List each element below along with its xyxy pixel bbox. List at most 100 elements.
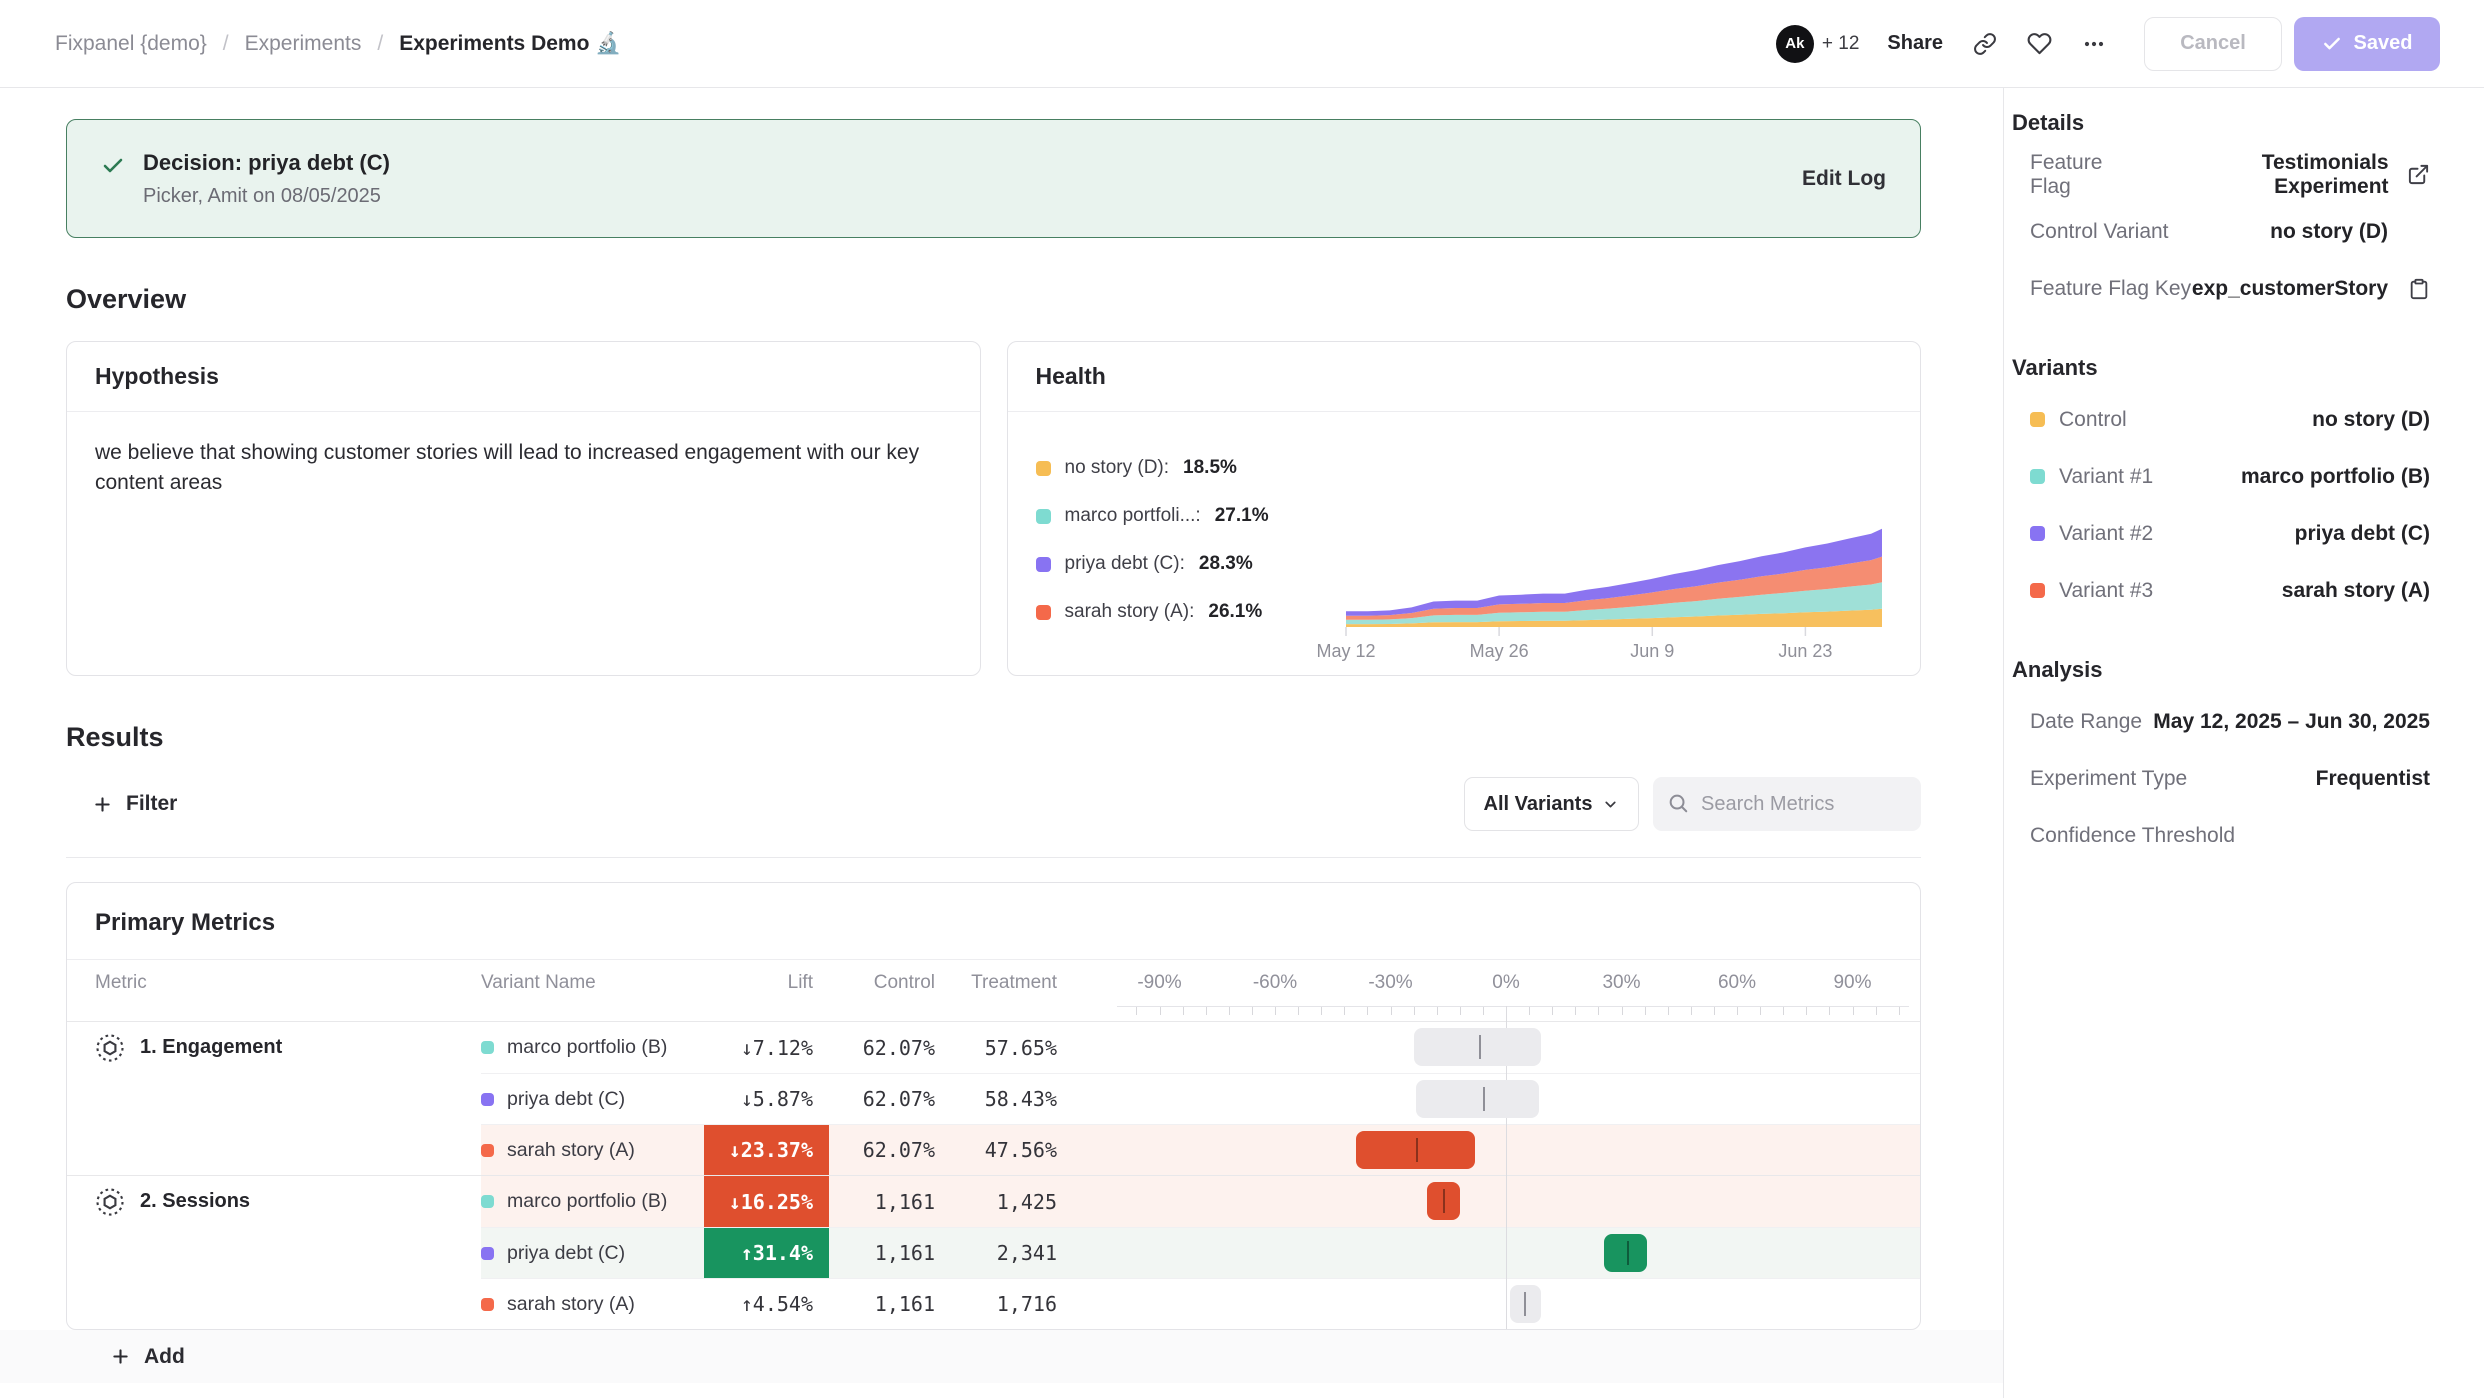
health-legend: no story (D): 18.5%marco portfoli...: 27… (1036, 426, 1327, 661)
table-row-variant[interactable]: marco portfolio (B) (481, 1022, 704, 1073)
detail-value: exp_customerStory (2192, 277, 2388, 301)
variant-color-chip (481, 1195, 494, 1208)
variant-row-value: priya debt (C) (2295, 522, 2430, 546)
variant-color-chip (2030, 526, 2045, 541)
confidence-interval-bar[interactable] (1356, 1131, 1475, 1169)
confidence-interval-bar[interactable] (1414, 1028, 1541, 1066)
decision-title: Decision: priya debt (C) (143, 150, 390, 176)
hypothesis-card: Hypothesis we believe that showing custo… (66, 341, 981, 676)
treatment-value: 47.56% (951, 1124, 1073, 1175)
breadcrumb-separator: / (223, 32, 229, 56)
table-row-variant[interactable]: sarah story (A) (481, 1124, 704, 1175)
legend-label: priya debt (C): (1065, 553, 1185, 575)
axis-tick (1367, 1007, 1368, 1015)
variant-name: priya debt (C) (507, 1242, 625, 1265)
share-button[interactable]: Share (1887, 32, 1943, 55)
table-row-variant[interactable]: priya debt (C) (481, 1227, 704, 1278)
table-row-variant[interactable]: sarah story (A) (481, 1278, 704, 1329)
confidence-interval-bar[interactable] (1427, 1182, 1460, 1220)
axis-tick (1783, 1007, 1784, 1015)
axis-tick (1321, 1007, 1322, 1015)
axis-tick (1275, 1007, 1276, 1015)
search-metrics-input[interactable] (1653, 777, 1921, 831)
variant-row-label: Variant #2 (2030, 522, 2153, 546)
add-filter-button[interactable]: Filter (66, 792, 177, 816)
avatar[interactable]: Ak (1776, 25, 1814, 63)
legend-item: marco portfoli...: 27.1% (1036, 492, 1327, 540)
confidence-interval-cell (1073, 1073, 1920, 1124)
confidence-interval-bar[interactable] (1604, 1234, 1646, 1272)
analysis-label: Date Range (2030, 710, 2142, 734)
confidence-interval-bar[interactable] (1510, 1285, 1541, 1323)
sidebar-analysis-row: Experiment TypeFrequentist (2012, 750, 2430, 807)
confidence-interval-cell (1073, 1124, 1920, 1175)
sidebar-analysis-row: Date RangeMay 12, 2025 – Jun 30, 2025 (2012, 693, 2430, 750)
legend-item: no story (D): 18.5% (1036, 444, 1327, 492)
decision-check-icon (101, 154, 125, 208)
more-menu-icon[interactable] (2082, 32, 2106, 56)
detail-label: Control Variant (2030, 220, 2169, 244)
sidebar-detail-row: Feature FlagTestimonials Experiment (2012, 146, 2430, 203)
sidebar-variant-row: Variant #3sarah story (A) (2012, 562, 2430, 619)
variant-color-chip (481, 1298, 494, 1311)
table-header: Metric Variant Name Lift Control Treatme… (67, 960, 1920, 1006)
decision-banner: Decision: priya debt (C) Picker, Amit on… (66, 119, 1921, 238)
results-heading: Results (66, 722, 2003, 753)
metric-name: 2. Sessions (140, 1190, 250, 1213)
legend-color-chip (1036, 461, 1051, 476)
breadcrumb-separator: / (377, 32, 383, 56)
axis-tick (1668, 1007, 1669, 1015)
control-value: 62.07% (829, 1124, 951, 1175)
legend-value: 26.1% (1208, 601, 1262, 623)
control-value: 62.07% (829, 1022, 951, 1073)
lift-value: ↓16.25% (704, 1176, 829, 1227)
legend-label: sarah story (A): (1065, 601, 1195, 623)
svg-text:Jun 23: Jun 23 (1778, 641, 1832, 661)
edit-log-button[interactable]: Edit Log (1802, 167, 1886, 191)
axis-tick (1552, 1007, 1553, 1015)
collaborators-count[interactable]: + 12 (1822, 33, 1860, 55)
saved-button[interactable]: Saved (2294, 17, 2440, 71)
topbar-actions: Ak + 12 Share Cancel Saved (1776, 17, 2440, 71)
analysis-label: Confidence Threshold (2030, 824, 2235, 848)
confidence-interval-bar[interactable] (1416, 1080, 1539, 1118)
metric-target-icon (95, 1187, 125, 1217)
add-metric-button[interactable]: Add (0, 1330, 2003, 1383)
table-row-variant[interactable]: marco portfolio (B) (481, 1176, 704, 1227)
favorite-heart-icon[interactable] (2027, 31, 2052, 56)
sidebar-analysis-row: Confidence Threshold (2012, 807, 2430, 864)
axis-tick (1876, 1007, 1877, 1015)
plus-icon (110, 1346, 131, 1367)
variant-color-chip (481, 1041, 494, 1054)
copy-link-icon[interactable] (1973, 32, 1997, 56)
axis-tick (1829, 1007, 1830, 1015)
metric-group: 2. Sessionsmarco portfolio (B)↓16.25%1,1… (67, 1175, 1920, 1329)
axis-label: -90% (1115, 972, 1205, 994)
variant-filter-dropdown[interactable]: All Variants (1464, 777, 1639, 831)
clipboard-icon[interactable] (2404, 278, 2430, 300)
axis-tick (1853, 1007, 1854, 1015)
cancel-button[interactable]: Cancel (2144, 17, 2282, 71)
treatment-value: 58.43% (951, 1073, 1073, 1124)
analysis-label: Experiment Type (2030, 767, 2187, 791)
search-icon (1667, 792, 1689, 814)
breadcrumb-item-0[interactable]: Fixpanel {demo} (55, 32, 207, 56)
hypothesis-body: we believe that showing customer stories… (67, 412, 980, 525)
lift-value: ↓5.87% (704, 1073, 829, 1124)
metric-group: 1. Engagement marco portfolio (B)↓7.12%62… (67, 1021, 1920, 1175)
lift-axis-labels: -90%-60%-30%0%30%60%90% (1073, 960, 1920, 1006)
axis-tick (1483, 1007, 1484, 1015)
axis-tick (1344, 1007, 1345, 1015)
metric-name: 1. Engagement (140, 1036, 282, 1059)
legend-value: 28.3% (1199, 553, 1253, 575)
sidebar-variant-row: Controlno story (D) (2012, 391, 2430, 448)
variant-color-chip (2030, 583, 2045, 598)
metric-target-icon (95, 1033, 125, 1063)
axis-tick (1806, 1007, 1807, 1015)
lift-value: ↓7.12% (704, 1022, 829, 1073)
breadcrumb-item-2[interactable]: Experiments Demo 🔬 (399, 32, 621, 56)
col-variant: Variant Name (481, 972, 704, 994)
breadcrumb-item-1[interactable]: Experiments (245, 32, 362, 56)
external-link-icon[interactable] (2405, 163, 2430, 186)
table-row-variant[interactable]: priya debt (C) (481, 1073, 704, 1124)
